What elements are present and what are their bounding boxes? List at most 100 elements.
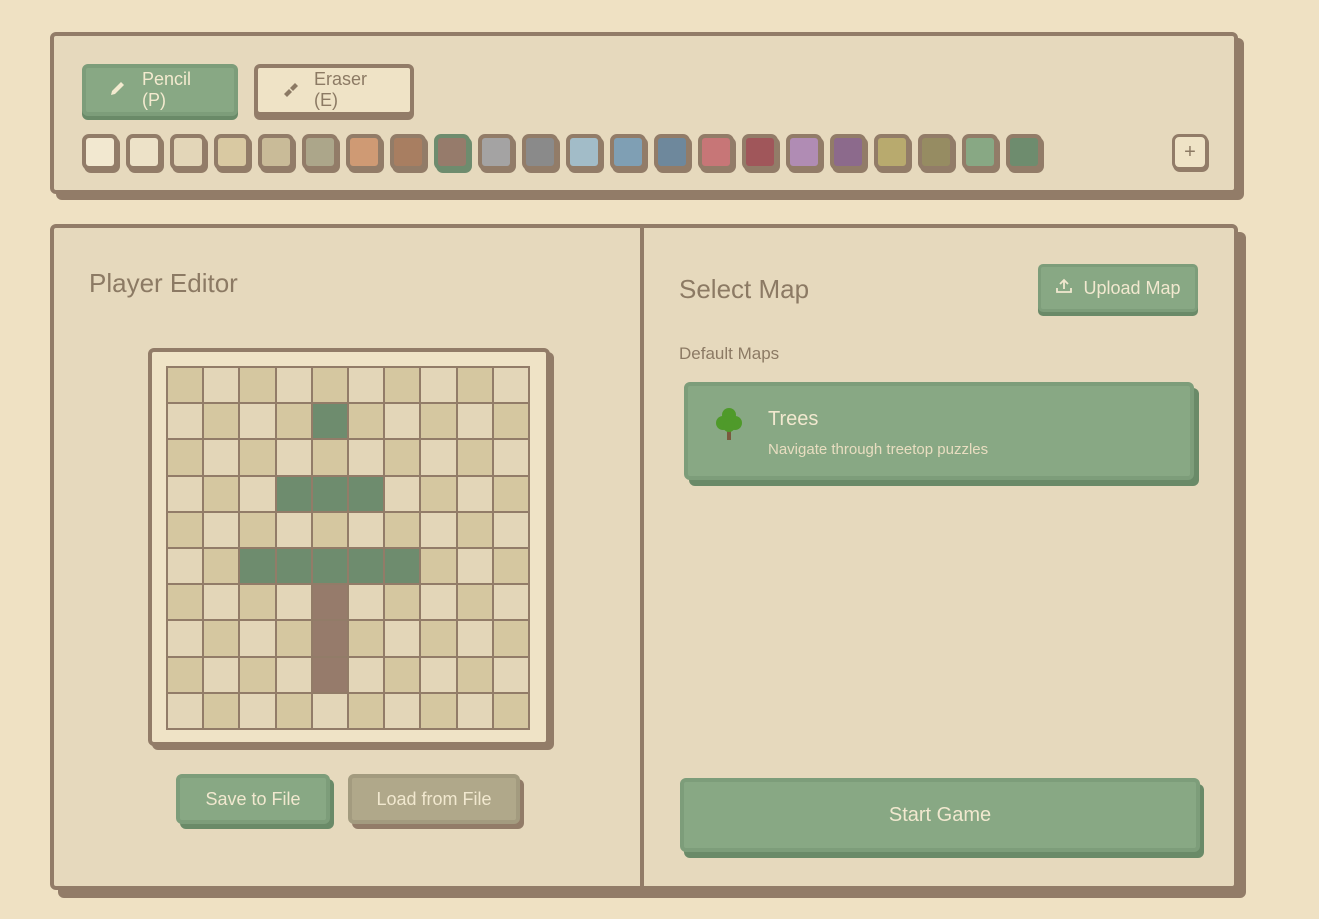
grid-cell[interactable] [239,584,276,621]
grid-cell[interactable] [275,548,312,585]
grid-cell[interactable] [311,511,348,548]
grid-cell[interactable] [275,403,312,440]
grid-cell[interactable] [384,367,421,404]
grid-cell[interactable] [384,439,421,476]
grid-cell[interactable] [239,692,276,729]
grid-cell[interactable] [275,656,312,693]
grid-cell[interactable] [384,584,421,621]
grid-cell[interactable] [311,439,348,476]
grid-cell[interactable] [456,548,493,585]
grid-cell[interactable] [311,692,348,729]
color-swatch[interactable] [214,134,250,170]
grid-cell[interactable] [384,511,421,548]
grid-cell[interactable] [239,367,276,404]
grid-cell[interactable] [167,367,204,404]
grid-cell[interactable] [348,367,385,404]
color-swatch[interactable] [126,134,162,170]
grid-cell[interactable] [456,403,493,440]
color-swatch[interactable] [434,134,470,170]
grid-cell[interactable] [420,548,457,585]
grid-cell[interactable] [384,620,421,657]
eraser-tool-button[interactable]: Eraser (E) [254,64,414,116]
grid-cell[interactable] [275,511,312,548]
grid-cell[interactable] [311,367,348,404]
grid-cell[interactable] [275,620,312,657]
color-swatch[interactable] [786,134,822,170]
grid-cell[interactable] [348,511,385,548]
grid-cell[interactable] [275,584,312,621]
start-game-button[interactable]: Start Game [680,778,1200,852]
grid-cell[interactable] [239,511,276,548]
grid-cell[interactable] [492,511,529,548]
load-from-file-button[interactable]: Load from File [348,774,520,824]
color-swatch[interactable] [610,134,646,170]
color-swatch[interactable] [522,134,558,170]
upload-map-button[interactable]: Upload Map [1038,264,1198,312]
grid-cell[interactable] [420,620,457,657]
grid-cell[interactable] [203,439,240,476]
pencil-tool-button[interactable]: Pencil (P) [82,64,238,116]
grid-cell[interactable] [203,367,240,404]
grid-cell[interactable] [420,584,457,621]
grid-cell[interactable] [456,367,493,404]
grid-cell[interactable] [167,620,204,657]
grid-cell[interactable] [348,475,385,512]
grid-cell[interactable] [203,548,240,585]
color-swatch[interactable] [654,134,690,170]
grid-cell[interactable] [456,584,493,621]
grid-cell[interactable] [167,656,204,693]
grid-cell[interactable] [456,475,493,512]
grid-cell[interactable] [492,620,529,657]
grid-cell[interactable] [348,439,385,476]
grid-cell[interactable] [311,475,348,512]
grid-cell[interactable] [492,475,529,512]
grid-cell[interactable] [456,620,493,657]
grid-cell[interactable] [239,475,276,512]
color-swatch[interactable] [258,134,294,170]
grid-cell[interactable] [203,620,240,657]
color-swatch[interactable] [742,134,778,170]
grid-cell[interactable] [275,439,312,476]
grid-cell[interactable] [239,403,276,440]
grid-cell[interactable] [203,692,240,729]
grid-cell[interactable] [492,403,529,440]
color-swatch[interactable] [346,134,382,170]
color-swatch[interactable] [302,134,338,170]
grid-cell[interactable] [239,656,276,693]
grid-cell[interactable] [456,511,493,548]
grid-cell[interactable] [167,692,204,729]
grid-cell[interactable] [311,548,348,585]
grid-cell[interactable] [492,584,529,621]
add-color-button[interactable]: + [1172,134,1208,170]
color-swatch[interactable] [830,134,866,170]
grid-cell[interactable] [420,403,457,440]
grid-cell[interactable] [492,367,529,404]
save-to-file-button[interactable]: Save to File [176,774,330,824]
grid-cell[interactable] [167,584,204,621]
grid-cell[interactable] [167,439,204,476]
grid-cell[interactable] [456,692,493,729]
grid-cell[interactable] [275,475,312,512]
grid-cell[interactable] [384,548,421,585]
grid-cell[interactable] [492,656,529,693]
grid-cell[interactable] [167,403,204,440]
grid-cell[interactable] [420,511,457,548]
grid-cell[interactable] [492,692,529,729]
grid-cell[interactable] [239,439,276,476]
grid-cell[interactable] [203,475,240,512]
color-swatch[interactable] [918,134,954,170]
grid-cell[interactable] [348,584,385,621]
color-swatch[interactable] [478,134,514,170]
map-card-trees[interactable]: Trees Navigate through treetop puzzles [684,382,1194,480]
grid-cell[interactable] [348,656,385,693]
grid-cell[interactable] [384,656,421,693]
grid-cell[interactable] [167,548,204,585]
grid-cell[interactable] [420,439,457,476]
grid-cell[interactable] [311,620,348,657]
grid-cell[interactable] [420,692,457,729]
grid-cell[interactable] [203,403,240,440]
grid-cell[interactable] [348,403,385,440]
grid-cell[interactable] [348,692,385,729]
color-swatch[interactable] [874,134,910,170]
color-swatch[interactable] [82,134,118,170]
